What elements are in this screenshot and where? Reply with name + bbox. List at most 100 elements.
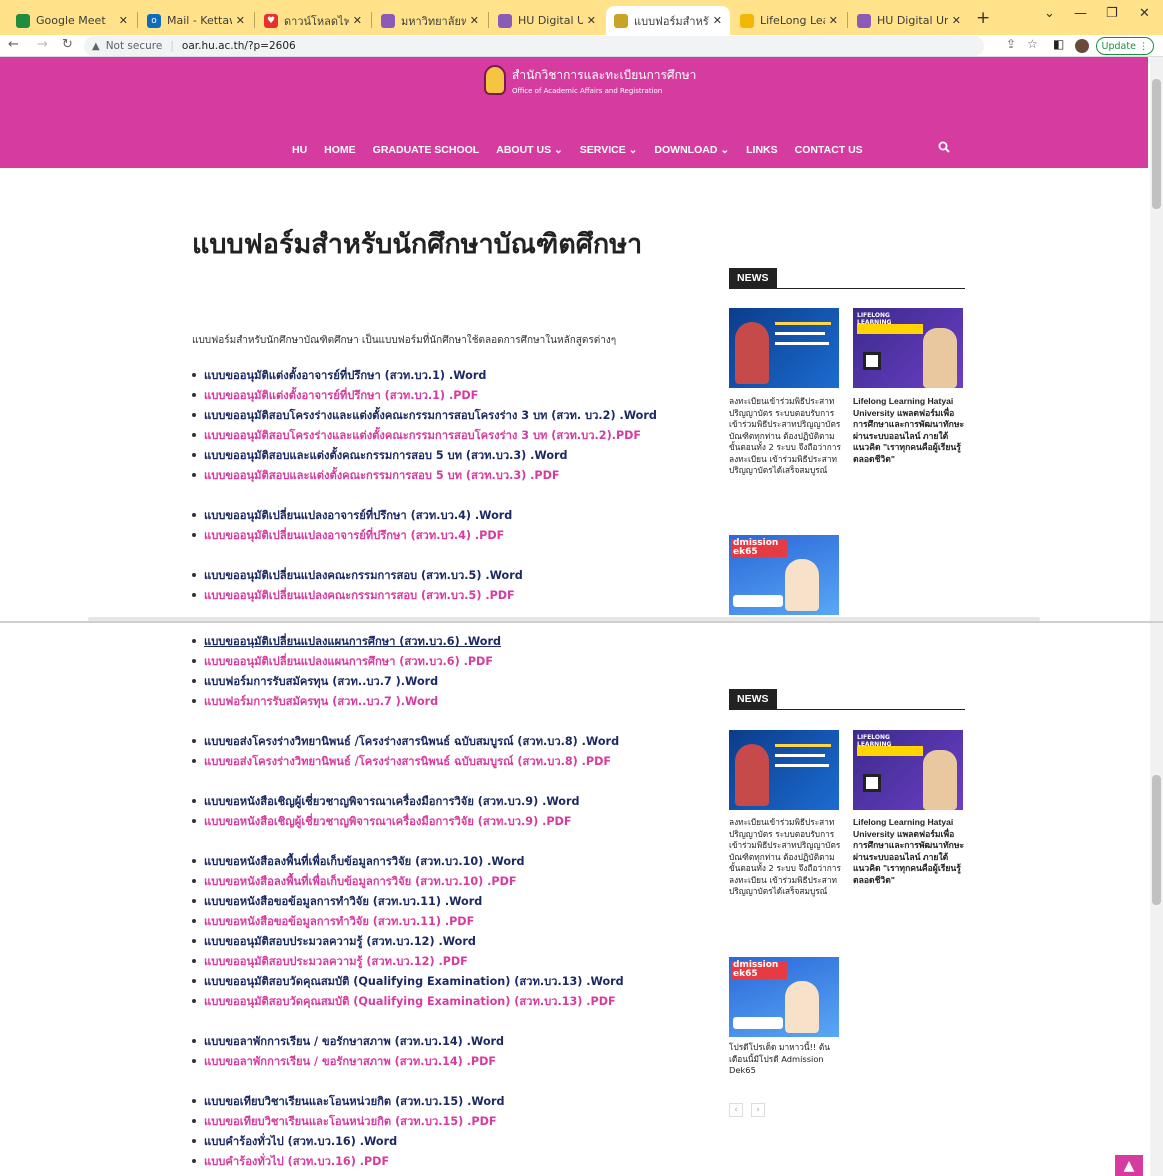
form-download-link[interactable]: แบบขออนุมัติเปลี่ยนแปลงอาจารย์ที่ปรึกษา … bbox=[192, 509, 512, 523]
news-caption[interactable]: โปรดีโปรเด็ด มาหาวนี้!! ต้นเดือนนี้มีโปร… bbox=[729, 1042, 841, 1077]
form-download-link[interactable]: แบบขอหนังสือขอข้อมูลการทำวิจัย (สวท.บว.1… bbox=[192, 915, 474, 929]
nav-about-us[interactable]: ABOUT US ⌄ bbox=[496, 144, 563, 156]
form-download-link[interactable]: แบบขอส่งโครงร่างวิทยานิพนธ์ /โครงร่างสาร… bbox=[192, 755, 611, 769]
form-download-link[interactable]: แบบขออนุมัติเปลี่ยนแปลงคณะกรรมการสอบ (สว… bbox=[192, 569, 523, 583]
warning-icon[interactable]: ▲ bbox=[92, 41, 100, 52]
news-image-admission[interactable]: dmission ek65 bbox=[729, 535, 839, 615]
lifelong-learning-icon bbox=[740, 13, 754, 28]
form-download-link[interactable]: แบบขอหนังสือเชิญผู้เชี่ยวชาญพิจารณาเครื่… bbox=[192, 795, 579, 809]
side-panel-icon[interactable]: ◧ bbox=[1053, 37, 1064, 51]
nav-links[interactable]: LINKS bbox=[746, 144, 778, 156]
form-download-link[interactable]: แบบขอหนังสือเชิญผู้เชี่ยวชาญพิจารณาเครื่… bbox=[192, 815, 571, 829]
news-caption[interactable]: ลงทะเบียนเข้าร่วมพิธีประสาทปริญญาบัตร ระ… bbox=[729, 396, 841, 477]
minimize-button[interactable]: — bbox=[1074, 6, 1087, 21]
restore-button[interactable]: ❐ bbox=[1106, 6, 1118, 21]
form-download-link[interactable]: แบบฟอร์มการรับสมัครทุน (สวท..บว.7 ).Word bbox=[192, 675, 438, 689]
news-caption[interactable]: Lifelong Learning Hatyai University แพลต… bbox=[853, 396, 965, 465]
form-download-link[interactable]: แบบขออนุมัติแต่งตั้งอาจารย์ที่ปรึกษา (สว… bbox=[192, 389, 478, 403]
news-image-graduation[interactable] bbox=[729, 308, 839, 388]
form-download-link[interactable]: แบบขอเทียบวิชาเรียนและโอนหน่วยกิต (สวท.บ… bbox=[192, 1095, 505, 1109]
page-title: แบบฟอร์มสำหรับนักศึกษาบัณฑิตศึกษา bbox=[192, 229, 643, 260]
nav-service[interactable]: SERVICE ⌄ bbox=[580, 144, 638, 156]
browser-tab[interactable]: Google Meet ✕ bbox=[8, 6, 136, 35]
news-caption[interactable]: ลงทะเบียนเข้าร่วมพิธีประสาทปริญญาบัตร ระ… bbox=[729, 817, 841, 898]
close-tab-icon[interactable]: ✕ bbox=[236, 14, 245, 27]
close-tab-icon[interactable]: ✕ bbox=[353, 14, 362, 27]
split-divider[interactable] bbox=[0, 621, 1163, 623]
form-download-link[interactable]: แบบขออนุมัติเปลี่ยนแปลงคณะกรรมการสอบ (สว… bbox=[192, 589, 515, 603]
update-button[interactable]: Update ⋮ bbox=[1096, 37, 1154, 55]
form-download-link[interactable]: แบบขออนุมัติสอบโครงร่างและแต่งตั้งคณะกรร… bbox=[192, 409, 657, 423]
scrollbar-thumb[interactable] bbox=[1152, 775, 1161, 905]
avatar[interactable] bbox=[1075, 39, 1089, 53]
qr-code-icon bbox=[863, 774, 881, 792]
browser-tab[interactable]: LifeLong Learning ✕ bbox=[732, 6, 846, 35]
slider-next-button[interactable]: › bbox=[751, 1103, 765, 1117]
form-download-link[interactable]: แบบขออนุมัติแต่งตั้งอาจารย์ที่ปรึกษา (สว… bbox=[192, 369, 486, 383]
url-field[interactable]: ▲ Not secure | oar.hu.ac.th/?p=2606 bbox=[84, 36, 984, 56]
tab-search-icon[interactable]: ⌄ bbox=[1044, 6, 1055, 21]
form-download-link[interactable]: แบบขอเทียบวิชาเรียนและโอนหน่วยกิต (สวท.บ… bbox=[192, 1115, 497, 1129]
bullet-icon bbox=[192, 799, 196, 803]
bookmark-star-icon[interactable]: ☆ bbox=[1027, 37, 1038, 51]
browser-tab[interactable]: มหาวิทยาลัยหาดใหญ่ ✕ bbox=[373, 6, 487, 35]
new-tab-button[interactable]: + bbox=[976, 8, 990, 28]
close-tab-icon[interactable]: ✕ bbox=[587, 14, 596, 27]
close-window-button[interactable]: ✕ bbox=[1139, 6, 1150, 21]
form-download-link[interactable]: แบบขออนุมัติสอบประมวลความรู้ (สวท.บว.12)… bbox=[192, 955, 468, 969]
form-download-link[interactable]: แบบขอส่งโครงร่างวิทยานิพนธ์ /โครงร่างสาร… bbox=[192, 735, 619, 749]
form-download-link[interactable]: แบบขออนุมัติเปลี่ยนแปลงอาจารย์ที่ปรึกษา … bbox=[192, 529, 504, 543]
form-download-link[interactable]: แบบฟอร์มการรับสมัครทุน (สวท..บว.7 ).Word bbox=[192, 695, 438, 709]
browser-tab[interactable]: HU Digital Univers ✕ bbox=[490, 6, 604, 35]
form-download-link[interactable]: แบบขออนุมัติสอบโครงร่างและแต่งตั้งคณะกรร… bbox=[192, 429, 641, 443]
scrollbar-thumb[interactable] bbox=[1152, 79, 1161, 209]
form-download-link[interactable]: แบบขอหนังสือลงพื้นที่เพื่อเก็บข้อมูลการว… bbox=[192, 855, 525, 869]
university-icon bbox=[498, 13, 512, 28]
slider-prev-button[interactable]: ‹ bbox=[729, 1103, 743, 1117]
form-download-link[interactable]: แบบขออนุมัติสอบและแต่งตั้งคณะกรรมการสอบ … bbox=[192, 469, 560, 483]
site-logo[interactable]: สำนักวิชาการและทะเบียนการศึกษา Office of… bbox=[484, 65, 696, 95]
browser-tab[interactable]: HU Digital Univers ✕ bbox=[849, 6, 969, 35]
close-tab-icon[interactable]: ✕ bbox=[119, 14, 128, 27]
nav-download[interactable]: DOWNLOAD ⌄ bbox=[654, 144, 729, 156]
form-download-link[interactable]: แบบขอหนังสือขอข้อมูลการทำวิจัย (สวท.บว.1… bbox=[192, 895, 482, 909]
form-download-link[interactable]: แบบขออนุมัติสอบและแต่งตั้งคณะกรรมการสอบ … bbox=[192, 449, 568, 463]
form-download-link[interactable]: แบบขออนุมัติเปลี่ยนแปลงแผนการศึกษา (สวท.… bbox=[192, 635, 501, 649]
browser-tab[interactable]: ♥ ดาวน์โหลดไฟล์ | iLov ✕ bbox=[256, 6, 370, 35]
news-widget: NEWS LIFELONG LEARNING ลงทะเบียนเข้าร่วม… bbox=[729, 268, 965, 628]
nav-home[interactable]: HOME bbox=[324, 144, 356, 156]
form-download-link[interactable]: แบบขออนุมัติสอบวัดคุณสมบัติ (Qualifying … bbox=[192, 975, 624, 989]
reload-icon[interactable]: ↻ bbox=[62, 37, 73, 52]
form-download-link[interactable]: แบบขอลาพักการเรียน / ขอรักษาสภาพ (สวท.บว… bbox=[192, 1055, 496, 1069]
form-download-link[interactable]: แบบขออนุมัติเปลี่ยนแปลงแผนการศึกษา (สวท.… bbox=[192, 655, 493, 669]
news-heading: NEWS bbox=[729, 268, 965, 289]
search-icon[interactable] bbox=[938, 141, 950, 153]
news-caption[interactable]: Lifelong Learning Hatyai University แพลต… bbox=[853, 817, 965, 886]
page-viewport: สำนักวิชาการและทะเบียนการศึกษา Office of… bbox=[0, 57, 1163, 1176]
form-download-link[interactable]: แบบคำร้องทั่วไป (สวท.บว.16) .PDF bbox=[192, 1155, 389, 1169]
close-tab-icon[interactable]: ✕ bbox=[470, 14, 479, 27]
news-image-admission[interactable]: dmission ek65 bbox=[729, 957, 839, 1037]
news-image-graduation[interactable] bbox=[729, 730, 839, 810]
close-tab-icon[interactable]: ✕ bbox=[713, 14, 722, 27]
close-tab-icon[interactable]: ✕ bbox=[829, 14, 838, 27]
form-download-link[interactable]: แบบขออนุมัติสอบประมวลความรู้ (สวท.บว.12)… bbox=[192, 935, 476, 949]
news-image-lifelong[interactable]: LIFELONG LEARNING bbox=[853, 308, 963, 388]
back-icon[interactable]: ← bbox=[8, 37, 19, 52]
nav-hu[interactable]: HU bbox=[292, 144, 307, 156]
back-to-top-button[interactable]: ▲ bbox=[1115, 1155, 1143, 1176]
nav-graduate-school[interactable]: GRADUATE SCHOOL bbox=[373, 144, 480, 156]
form-download-link[interactable]: แบบขออนุมัติสอบวัดคุณสมบัติ (Qualifying … bbox=[192, 995, 616, 1009]
news-image-lifelong[interactable]: LIFELONG LEARNING bbox=[853, 730, 963, 810]
share-icon[interactable]: ⇪ bbox=[1006, 37, 1016, 51]
forward-icon[interactable]: → bbox=[37, 37, 48, 52]
bullet-icon bbox=[192, 1099, 196, 1103]
form-download-link[interactable]: แบบขอลาพักการเรียน / ขอรักษาสภาพ (สวท.บว… bbox=[192, 1035, 504, 1049]
browser-tab-active[interactable]: แบบฟอร์มสำหรับนักศึ ✕ bbox=[606, 6, 730, 35]
bullet-icon bbox=[192, 979, 196, 983]
close-tab-icon[interactable]: ✕ bbox=[952, 14, 961, 27]
form-download-link[interactable]: แบบขอหนังสือลงพื้นที่เพื่อเก็บข้อมูลการว… bbox=[192, 875, 517, 889]
nav-contact-us[interactable]: CONTACT US bbox=[795, 144, 863, 156]
form-download-link[interactable]: แบบคำร้องทั่วไป (สวท.บว.16) .Word bbox=[192, 1135, 397, 1149]
browser-tab[interactable]: o Mail - Kettawa Boo ✕ bbox=[139, 6, 253, 35]
